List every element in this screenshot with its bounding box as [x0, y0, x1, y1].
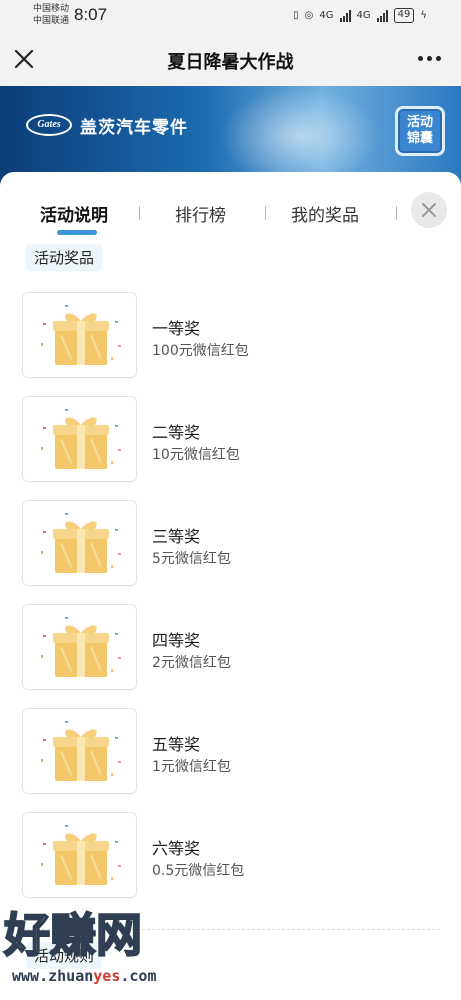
prize-description: 1元微信红包	[152, 759, 231, 775]
sheet-close-icon[interactable]	[411, 192, 447, 228]
status-icons: ▯ ◎ 4G 4G 49 ϟ	[293, 8, 427, 23]
tab-leaderboard[interactable]: 排行榜	[175, 201, 226, 226]
tab-divider	[265, 206, 266, 220]
prize-name: 六等奖	[152, 839, 201, 858]
charging-icon: ϟ	[420, 10, 427, 21]
prize-item: 六等奖 0.5元微信红包	[22, 812, 442, 900]
battery-icon: 49	[393, 8, 415, 23]
banner-glow	[220, 86, 380, 186]
activity-tips-label-1: 活动	[406, 115, 433, 130]
banner	[0, 86, 461, 186]
carrier-2: 中国联通	[33, 16, 70, 26]
tab-divider	[396, 206, 397, 220]
brand-name: 盖茨汽车零件	[80, 118, 188, 138]
more-icon[interactable]	[418, 56, 441, 61]
status-bar: 中国移动 中国联通 8:07 ▯ ◎ 4G 4G 49 ϟ	[0, 0, 461, 34]
gift-box-icon	[22, 500, 137, 586]
tab-activity-info[interactable]: 活动说明	[40, 201, 108, 226]
prize-item: 一等奖 100元微信红包	[22, 292, 442, 380]
gift-box-icon	[22, 708, 137, 794]
activity-tips-label-2: 锦囊	[406, 131, 433, 146]
tab-my-prizes[interactable]: 我的奖品	[291, 201, 359, 226]
gift-box-icon	[22, 604, 137, 690]
watermark-url: www.zhuanyes.com	[12, 967, 157, 985]
prize-name: 三等奖	[152, 527, 201, 546]
prize-name: 一等奖	[152, 319, 201, 338]
network-type-1: 4G	[319, 10, 334, 21]
prize-description: 5元微信红包	[152, 551, 231, 567]
tab-divider	[139, 206, 140, 220]
prize-item: 二等奖 10元微信红包	[22, 396, 442, 484]
prize-description: 100元微信红包	[152, 343, 249, 359]
vibrate-icon: ▯	[293, 10, 299, 21]
prize-sheet: 活动说明 排行榜 我的奖品 活动奖品 一等奖 100元微信红包 二等奖 10元微信红…	[0, 172, 461, 1000]
tab-indicator	[57, 230, 97, 235]
status-time: 8:07	[74, 5, 108, 24]
signal-icon-2	[376, 9, 388, 22]
prize-name: 四等奖	[152, 631, 201, 650]
hotspot-icon: ◎	[304, 10, 314, 21]
signal-icon-1	[339, 9, 351, 22]
prize-item: 三等奖 5元微信红包	[22, 500, 442, 588]
brand-logo: Gates	[26, 114, 72, 136]
activity-tips-button[interactable]: 活动 锦囊	[395, 106, 445, 156]
gift-box-icon	[22, 812, 137, 898]
page-title: 夏日降暑大作战	[167, 52, 294, 73]
prize-item: 四等奖 2元微信红包	[22, 604, 442, 692]
nav-bar: 夏日降暑大作战	[0, 34, 461, 86]
prize-description: 0.5元微信红包	[152, 863, 245, 879]
prize-name: 二等奖	[152, 423, 201, 442]
prize-description: 2元微信红包	[152, 655, 231, 671]
prize-item: 五等奖 1元微信红包	[22, 708, 442, 796]
prize-description: 10元微信红包	[152, 447, 240, 463]
prize-name: 五等奖	[152, 735, 201, 754]
gift-box-icon	[22, 396, 137, 482]
gift-box-icon	[22, 292, 137, 378]
network-type-2: 4G	[356, 10, 371, 21]
section-title-prizes: 活动奖品	[26, 244, 103, 271]
watermark-logo: 好赚网	[3, 907, 143, 963]
watermark: 好赚网 www.zhuanyes.com	[0, 905, 200, 1000]
carrier-1: 中国移动	[33, 4, 70, 14]
